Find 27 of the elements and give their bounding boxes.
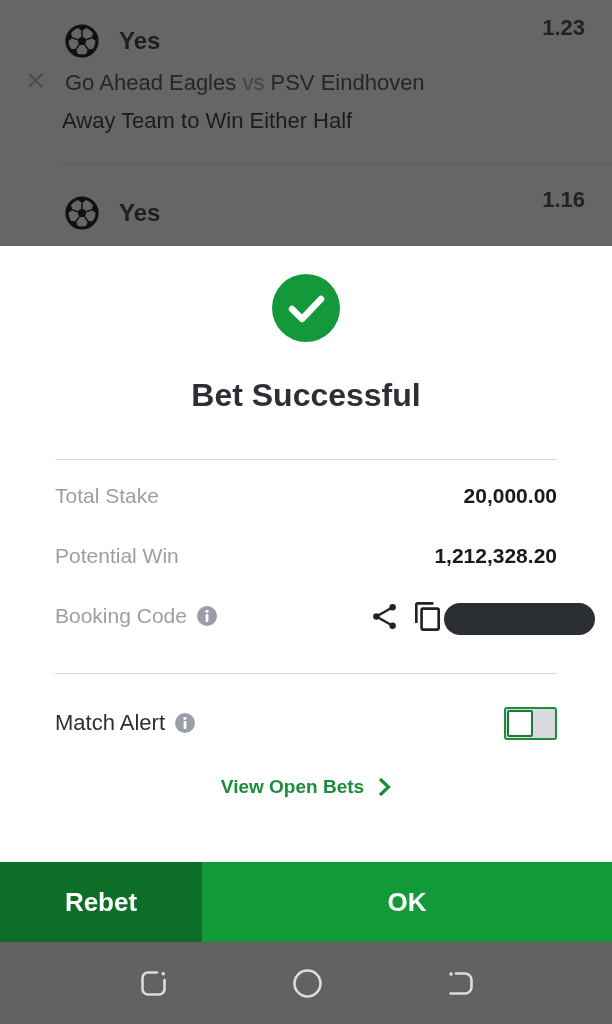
summary-value: 20,000.00 [463,484,557,508]
summary-value: 1,212,328.20 [434,544,557,568]
soccer-ball-icon [65,196,99,230]
home-icon[interactable] [293,968,322,998]
info-icon[interactable] [196,606,217,626]
info-icon[interactable] [175,713,196,733]
view-open-bets-link[interactable]: View Open Bets [220,772,392,802]
odds-value: 1.16 [542,188,585,212]
back-icon[interactable] [448,970,474,996]
soccer-ball-icon [65,24,99,58]
market-name: Away Team to Win Either Half [62,107,353,135]
summary-label: Total Stake [55,484,159,508]
copy-icon[interactable] [415,601,440,631]
action-button[interactable]: Rebet [0,862,202,942]
selection-label: Yes [119,26,161,56]
recents-icon[interactable] [140,969,167,997]
dialog-title: Bet Successful [191,376,421,415]
toggle-switch[interactable] [504,706,557,740]
summary-label: Booking Code [55,604,187,628]
chevron-right-icon [378,777,392,797]
odds-value: 1.23 [542,16,585,40]
action-button[interactable]: OK [202,862,612,942]
share-icon[interactable] [373,603,396,629]
check-circle-icon [272,274,340,342]
selection-label: Yes [119,198,161,228]
match-alert-label: Match Alert [55,710,166,736]
summary-label: Potential Win [55,544,179,568]
